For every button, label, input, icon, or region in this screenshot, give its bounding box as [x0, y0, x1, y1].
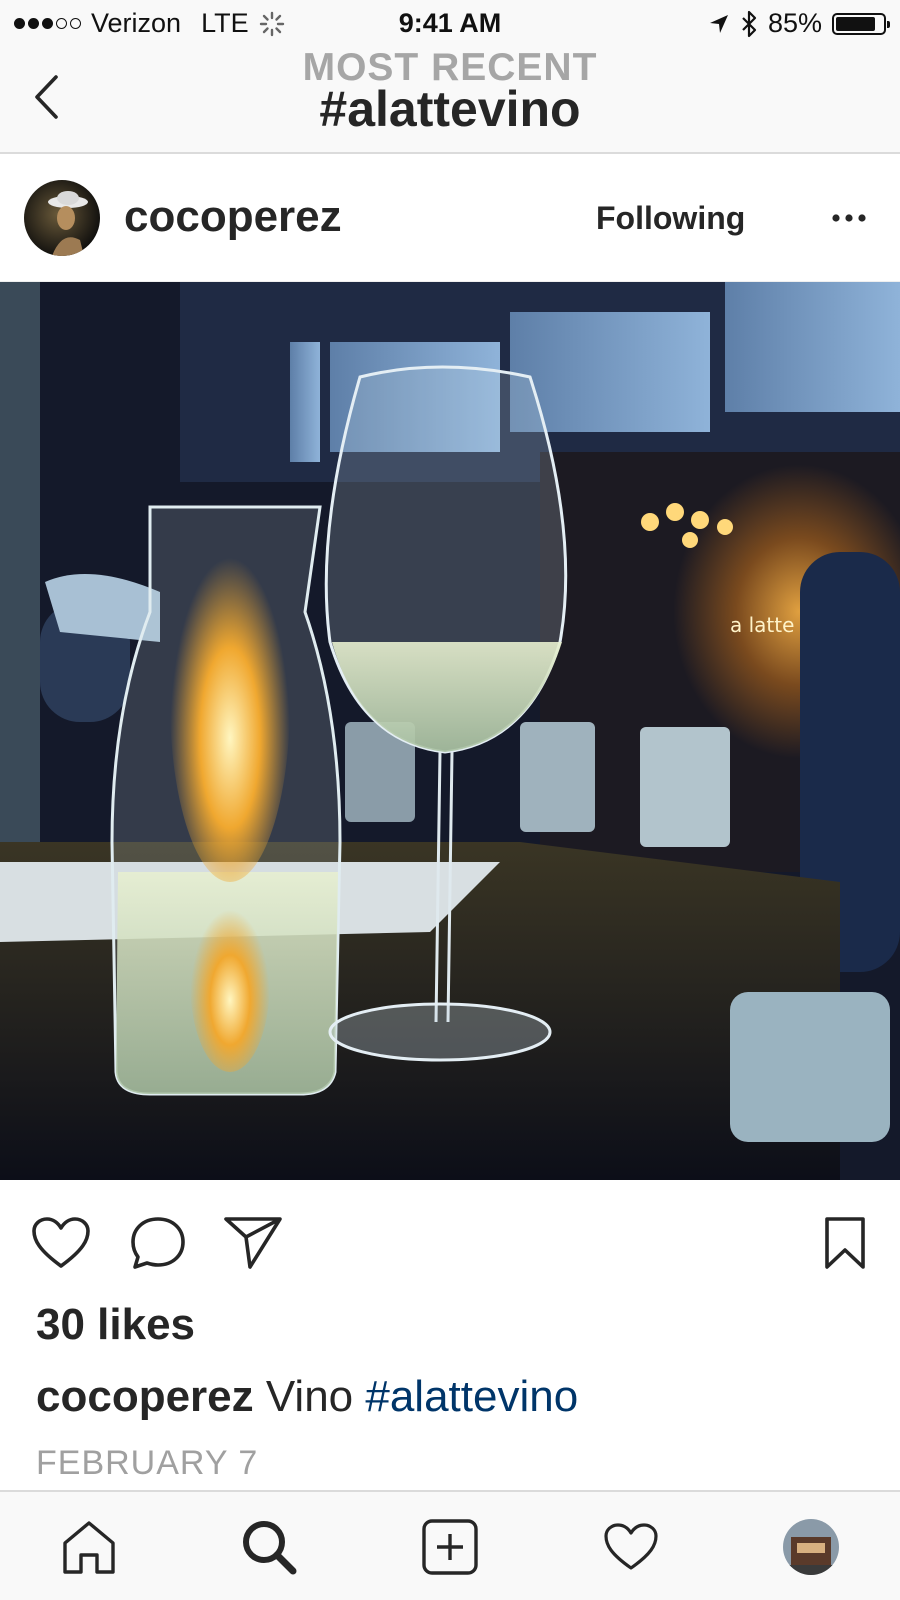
avatar[interactable]	[24, 180, 100, 256]
post-caption: cocoperez Vino #alattevino	[36, 1372, 578, 1422]
add-icon	[422, 1519, 478, 1575]
nav-bar: MOST RECENT #alattevino	[0, 46, 900, 154]
home-icon	[63, 1521, 115, 1574]
post-actions	[0, 1180, 900, 1300]
tab-home[interactable]	[56, 1514, 122, 1580]
heart-icon	[32, 1217, 90, 1268]
bookmark-icon	[825, 1217, 865, 1269]
tab-bar	[0, 1490, 900, 1600]
caption-username[interactable]: cocoperez	[36, 1372, 254, 1421]
like-button[interactable]	[30, 1212, 92, 1274]
save-button[interactable]	[814, 1212, 876, 1274]
tab-activity[interactable]	[598, 1514, 664, 1580]
tab-profile[interactable]	[778, 1514, 844, 1580]
comment-icon	[131, 1217, 185, 1269]
search-icon	[243, 1521, 297, 1575]
likes-count[interactable]: 30 likes	[36, 1300, 195, 1350]
caption-text: Vino	[253, 1372, 366, 1421]
more-options-button[interactable]	[824, 198, 874, 238]
share-button[interactable]	[222, 1212, 284, 1274]
post-username[interactable]: cocoperez	[124, 192, 342, 242]
status-bar: Verizon LTE 9:41 AM 85%	[0, 0, 900, 46]
profile-avatar	[783, 1519, 839, 1575]
nav-title: #alattevino	[319, 81, 581, 137]
location-arrow-icon	[709, 14, 728, 33]
battery-percent: 85%	[767, 8, 822, 38]
wine-photo-image: a latte vino	[0, 282, 900, 1180]
following-button[interactable]: Following	[596, 200, 745, 237]
battery-icon	[832, 12, 890, 35]
post-header: cocoperez Following	[0, 154, 900, 282]
status-right: 85%	[708, 8, 890, 39]
ellipsis-icon	[832, 214, 866, 222]
caption-hashtag[interactable]: #alattevino	[365, 1372, 578, 1421]
send-icon	[224, 1217, 282, 1269]
bluetooth-icon	[742, 10, 757, 37]
comment-button[interactable]	[127, 1212, 189, 1274]
activity-icon	[604, 1523, 658, 1570]
post-photo[interactable]: a latte vino	[0, 282, 900, 1180]
post-date: FEBRUARY 7	[36, 1444, 259, 1482]
tab-add[interactable]	[417, 1514, 483, 1580]
tab-search[interactable]	[236, 1514, 302, 1580]
